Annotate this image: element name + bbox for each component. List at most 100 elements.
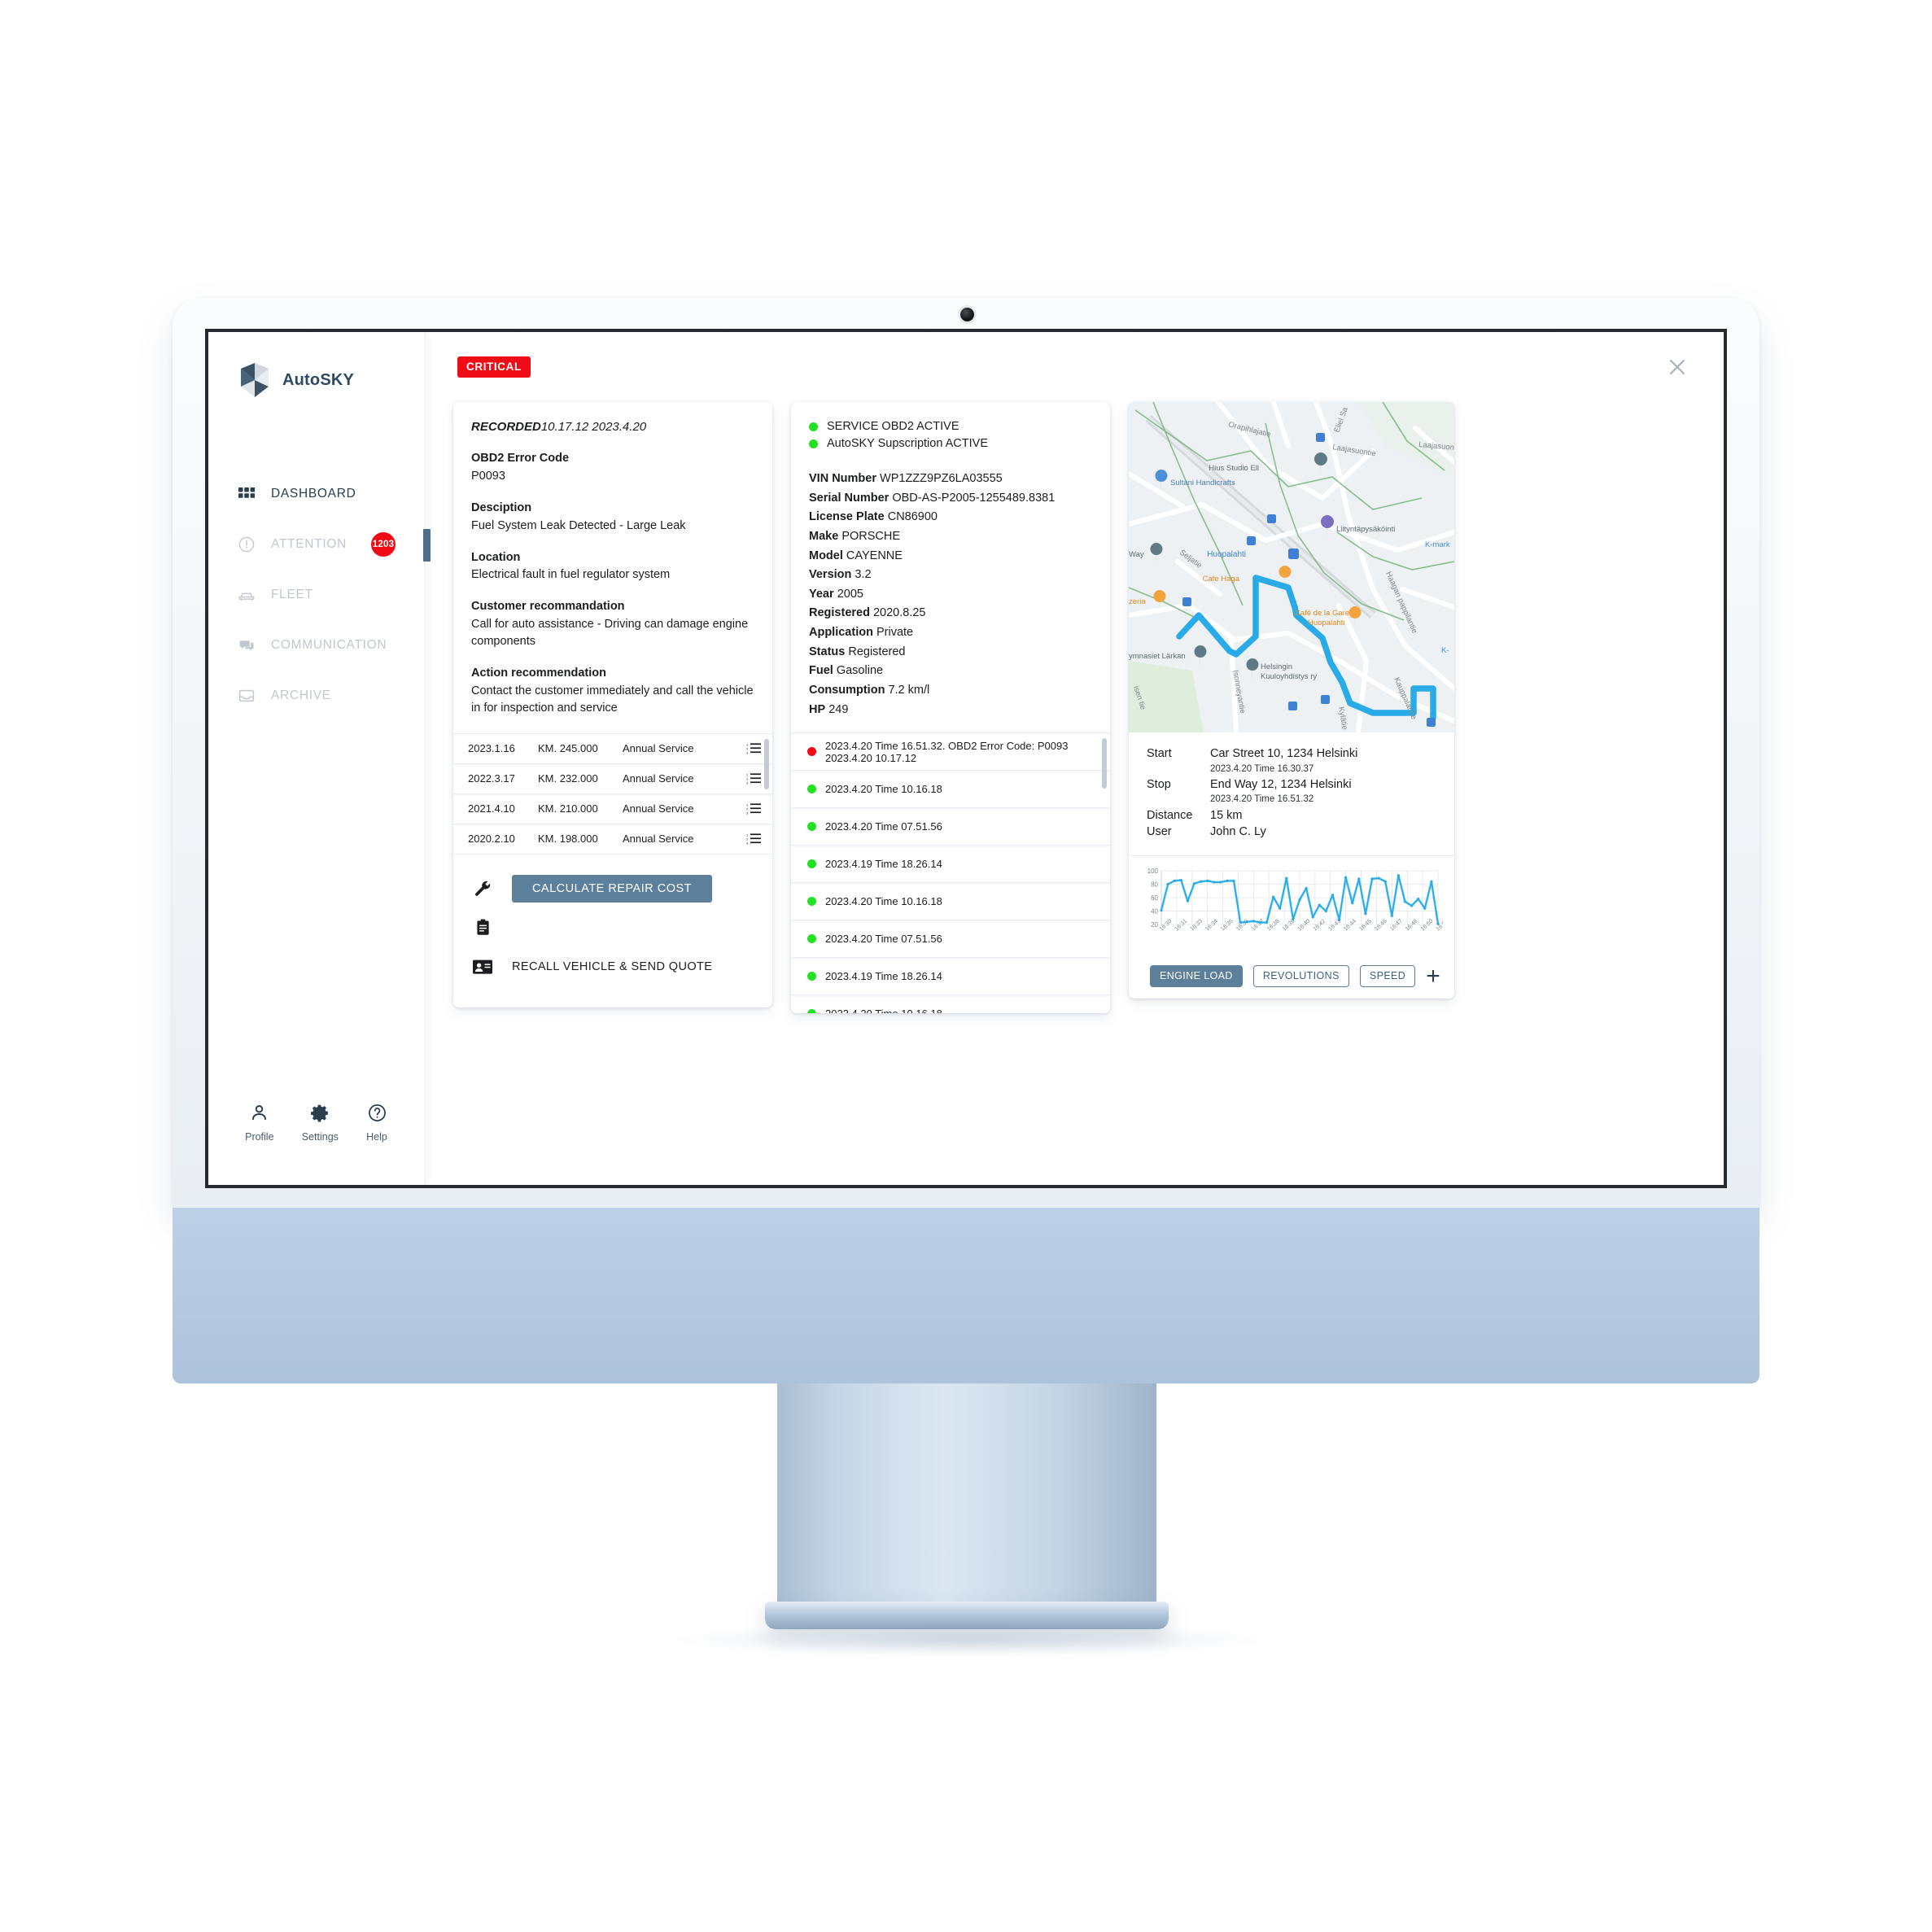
brand-name-regular: Auto <box>282 370 321 389</box>
history-km: KM. 210.000 <box>538 802 598 815</box>
fault-details: RECORDED10.17.12 2023.4.20 OBD2 Error Co… <box>453 402 772 733</box>
spec-row: Model CAYENNE <box>809 547 1092 566</box>
spec-key: Fuel <box>809 664 833 678</box>
fault-field: Location Electrical fault in fuel regula… <box>471 549 754 584</box>
spec-key: License Plate <box>809 510 885 524</box>
status-badge: CRITICAL <box>457 356 531 378</box>
table-row[interactable]: 2023.1.16 KM. 245.000 Annual Service 1 2… <box>453 734 772 764</box>
spec-key: Make <box>809 529 839 543</box>
list-icon[interactable]: 1 2 3 <box>746 802 761 815</box>
list-item[interactable]: 2023.4.20 Time 10.16.18 <box>791 995 1110 1014</box>
sidebar-item-dashboard[interactable]: DASHBOARD <box>208 469 424 519</box>
route-map[interactable]: Hius Studio Ell Sultani Handicrafts Liit… <box>1129 402 1454 732</box>
close-icon[interactable] <box>1665 355 1689 379</box>
field-value: P0093 <box>471 469 505 483</box>
sidebar-nav: DASHBOARD ATTENTION 1203 FLEET COMMUNICA… <box>208 469 431 721</box>
sidebar-item-archive[interactable]: ARCHIVE <box>208 671 424 721</box>
spec-value: 249 <box>828 702 849 716</box>
spec-row: Make PORSCHE <box>809 527 1092 547</box>
active-scroll-marker[interactable] <box>423 529 431 562</box>
trip-user: User John C. Ly <box>1147 824 1436 841</box>
recorded-line: RECORDED10.17.12 2023.4.20 <box>471 420 754 434</box>
legend-engine-load[interactable]: ENGINE LOAD <box>1150 964 1243 987</box>
svg-text:zeria: zeria <box>1129 597 1146 606</box>
imac-chin <box>173 1208 1759 1383</box>
svg-text:K-: K- <box>1441 646 1449 655</box>
svg-text:Helsingin: Helsingin <box>1261 662 1292 671</box>
chat-icon <box>238 636 256 654</box>
footer-item-profile[interactable]: Profile <box>245 1103 274 1143</box>
event-text: 2023.4.19 Time 18.26.14 <box>825 970 942 983</box>
autosky-app: AutoSKY DASHBOARD ATTENTION 1203 FLEET C… <box>208 332 1724 1185</box>
svg-text:Way: Way <box>1129 550 1144 559</box>
trip-stop-value: End Way 12, 1234 Helsinki <box>1210 777 1352 791</box>
sidebar-item-attention[interactable]: ATTENTION 1203 <box>208 519 431 570</box>
vehicle-details: SERVICE OBD2 ACTIVE AutoSKY Supscription… <box>791 402 1110 732</box>
spec-value: Private <box>876 626 914 639</box>
history-date: 2023.1.16 <box>468 742 515 755</box>
event-text: 2023.4.20 Time 07.51.56 <box>825 933 942 946</box>
svg-text:16:45: 16:45 <box>1358 918 1373 932</box>
list-item[interactable]: 2023.4.20 Time 10.16.18 <box>791 883 1110 921</box>
chart-legend: ENGINE LOAD REVOLUTIONS SPEED + <box>1140 962 1443 989</box>
footer-item-label: Profile <box>245 1131 274 1143</box>
imac-shadow <box>675 1624 1261 1656</box>
svg-text:K-mark: K-mark <box>1425 540 1450 549</box>
status-label: AutoSKY Supscription ACTIVE <box>827 437 989 450</box>
svg-text:3: 3 <box>746 780 749 785</box>
list-item[interactable]: 2023.4.19 Time 18.26.14 <box>791 846 1110 884</box>
event-text: 2023.4.20 Time 10.16.18 <box>825 783 942 796</box>
chart-canvas: 20 40 60 80 100 16:30 16:31 16:33 16:34 16:35 16:3… <box>1147 868 1443 932</box>
spec-row: Consumption 7.2 km/l <box>809 681 1092 701</box>
legend-revolutions[interactable]: REVOLUTIONS <box>1252 964 1349 987</box>
svg-text:16:47: 16:47 <box>1389 918 1404 932</box>
action-recall-vehicle[interactable]: RECALL VEHICLE & SEND QUOTE <box>471 947 754 986</box>
event-log-list[interactable]: 2023.4.20 Time 16.51.32. OBD2 Error Code… <box>791 732 1110 1014</box>
history-scrollbar[interactable] <box>764 738 769 789</box>
svg-text:16:42: 16:42 <box>1313 918 1327 932</box>
imac-device: AutoSKY DASHBOARD ATTENTION 1203 FLEET C… <box>0 0 1932 1932</box>
status-dot-icon <box>809 422 818 431</box>
event-log-scrollbar[interactable] <box>1102 738 1107 789</box>
autosky-shield-logo <box>238 361 272 399</box>
list-icon[interactable]: 1 2 3 <box>746 772 761 785</box>
vehicle-spec-list: VIN Number WP1ZZZ9PZ6LA03555 Serial Numb… <box>809 470 1092 719</box>
main-content: CRITICAL RECORDED10.17.12 2023.4.20 OBD2… <box>424 332 1724 1185</box>
table-row[interactable]: 2021.4.10 KM. 210.000 Annual Service 1 2… <box>453 794 772 824</box>
event-dot-icon <box>807 972 816 981</box>
table-row[interactable]: 2022.3.17 KM. 232.000 Annual Service 1 2… <box>453 764 772 794</box>
legend-speed[interactable]: SPEED <box>1359 964 1416 987</box>
plus-icon[interactable]: + <box>1426 964 1440 988</box>
fault-field: Action recommendation Contact the custom… <box>471 665 754 717</box>
list-item[interactable]: 2023.4.20 Time 07.51.56 <box>791 920 1110 959</box>
sidebar-item-communication[interactable]: COMMUNICATION <box>208 620 424 671</box>
list-item[interactable]: 2023.4.20 Time 07.51.56 <box>791 808 1110 846</box>
list-icon[interactable]: 1 2 3 <box>746 833 761 846</box>
spec-key: Registered <box>809 606 870 620</box>
sidebar-item-fleet[interactable]: FLEET <box>208 570 424 620</box>
spec-row: Application Private <box>809 623 1092 643</box>
telemetry-chart: 20 40 60 80 100 16:30 16:31 16:33 16:34 16:35 16:3… <box>1129 856 1454 999</box>
spec-value: Registered <box>848 645 906 658</box>
sidebar-footer: Profile Settings Help <box>208 1103 424 1143</box>
list-icon[interactable]: 1 2 3 <box>746 742 761 755</box>
calculate-repair-cost-button[interactable]: CALCULATE REPAIR COST <box>512 874 712 903</box>
spec-row: Status Registered <box>809 643 1092 662</box>
list-item[interactable]: 2023.4.19 Time 18.26.14 <box>791 958 1110 996</box>
footer-item-settings[interactable]: Settings <box>302 1103 339 1143</box>
clipboard-icon[interactable] <box>471 918 494 937</box>
table-row[interactable]: 2020.2.10 KM. 198.000 Annual Service 1 2… <box>453 824 772 855</box>
grid-icon <box>238 485 256 503</box>
car-icon <box>238 586 256 604</box>
list-item[interactable]: 2023.4.20 Time 16.51.32. OBD2 Error Code… <box>791 733 1110 771</box>
svg-text:3: 3 <box>746 750 749 754</box>
history-date: 2022.3.17 <box>468 772 515 785</box>
brand: AutoSKY <box>208 332 424 399</box>
footer-item-help[interactable]: Help <box>366 1103 387 1143</box>
svg-text:Kuuloyhdistys ry: Kuuloyhdistys ry <box>1261 672 1317 681</box>
svg-text:80: 80 <box>1151 881 1158 889</box>
action-calculate-repair: CALCULATE REPAIR COST <box>471 869 754 908</box>
service-history-list[interactable]: 2023.1.16 KM. 245.000 Annual Service 1 2… <box>453 732 772 855</box>
event-dot-icon <box>807 859 816 869</box>
list-item[interactable]: 2023.4.20 Time 10.16.18 <box>791 771 1110 809</box>
